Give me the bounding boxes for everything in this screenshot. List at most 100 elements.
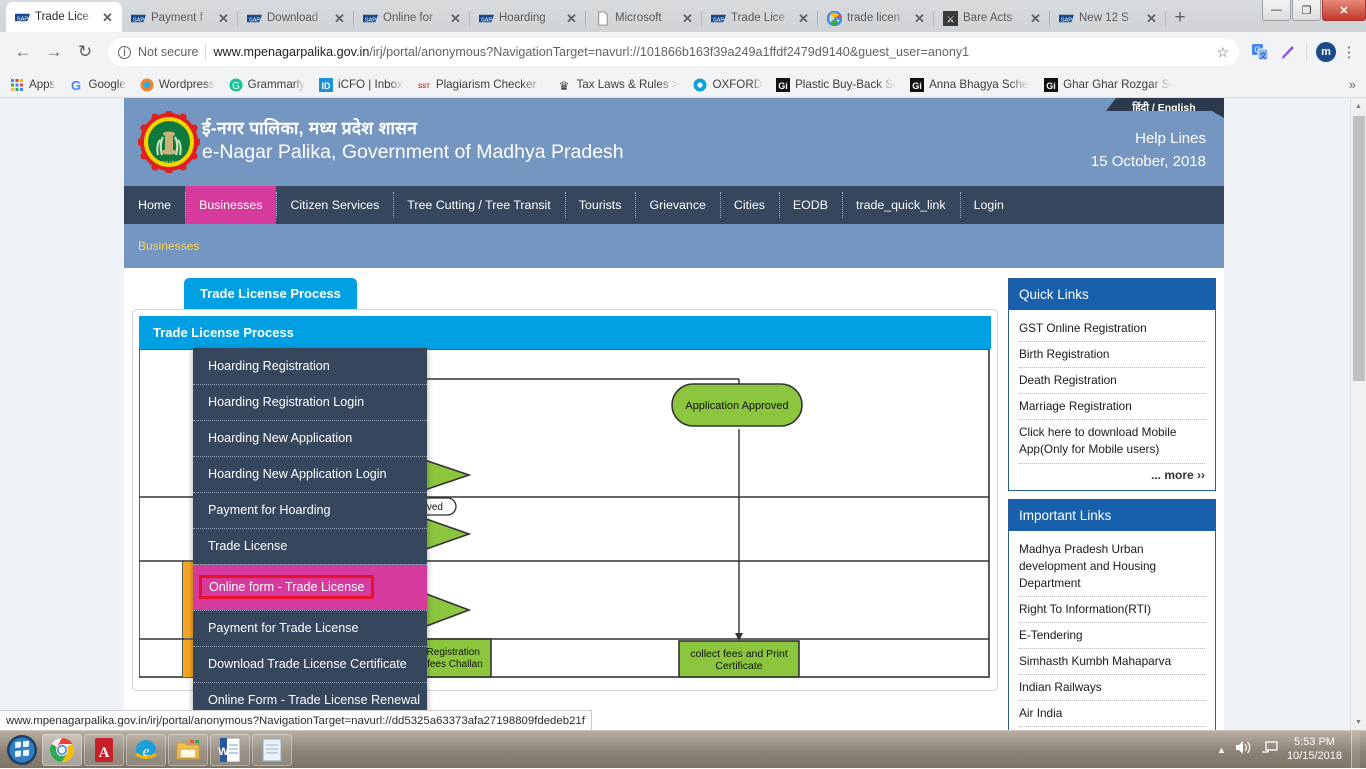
menu-item-hoarding-new-application-login[interactable]: Hoarding New Application Login <box>193 456 427 492</box>
quick-link-item[interactable]: Marriage Registration <box>1019 394 1205 420</box>
help-lines-link[interactable]: Help Lines <box>1091 128 1206 151</box>
new-tab-button[interactable]: + <box>1166 4 1194 32</box>
bookmark-label: Google <box>88 78 125 91</box>
taskbar-chrome-button[interactable] <box>42 734 82 766</box>
quick-link-item[interactable]: GST Online Registration <box>1019 316 1205 342</box>
tab-close-icon[interactable]: ✕ <box>450 12 464 25</box>
tab-close-icon[interactable]: ✕ <box>1030 12 1044 25</box>
star-icon[interactable]: ☆ <box>1216 44 1229 61</box>
show-desktop-button[interactable] <box>1351 731 1360 769</box>
nav-item-citizen-services[interactable]: Citizen Services <box>276 186 393 224</box>
scroll-down-arrow[interactable]: ▼ <box>1351 714 1366 730</box>
show-hidden-icons-button[interactable]: ▲ <box>1217 745 1226 755</box>
back-button[interactable]: ← <box>9 38 37 66</box>
volume-icon[interactable] <box>1235 740 1252 760</box>
close-window-button[interactable]: ✕ <box>1322 0 1366 21</box>
network-icon[interactable] <box>1261 740 1278 760</box>
bookmark-plastic-buyback[interactable]: Gi Plastic Buy-Back Sche <box>776 78 896 92</box>
nav-item-grievance[interactable]: Grievance <box>635 186 719 224</box>
nav-item-tree-cutting[interactable]: Tree Cutting / Tree Transit <box>393 186 564 224</box>
maximize-button[interactable]: ❐ <box>1292 0 1321 21</box>
bookmark-plagiarism-checker[interactable]: SST Plagiarism Checker - <box>417 78 544 92</box>
browser-tab[interactable]: SAP Payment f ✕ <box>122 4 238 32</box>
browser-tab[interactable]: Microsoft ✕ <box>586 4 702 32</box>
nav-item-home[interactable]: Home <box>124 186 185 224</box>
menu-item-payment-for-hoarding[interactable]: Payment for Hoarding <box>193 492 427 528</box>
browser-tab[interactable]: ⚔ Bare Acts ✕ <box>934 4 1050 32</box>
language-toggle[interactable]: हिंदी / English <box>1106 98 1224 118</box>
tab-close-icon[interactable]: ✕ <box>218 12 232 25</box>
bookmark-grammarly[interactable]: G Grammarly <box>229 78 305 92</box>
browser-tab[interactable]: trade licen ✕ <box>818 4 934 32</box>
reload-button[interactable]: ↻ <box>71 38 99 66</box>
scroll-up-arrow[interactable]: ▲ <box>1351 98 1366 114</box>
nav-item-trade-quick-link[interactable]: trade_quick_link <box>842 186 960 224</box>
menu-item-trade-license[interactable]: Trade License <box>193 528 427 564</box>
taskbar-word-button[interactable]: W <box>210 734 250 766</box>
tab-close-icon[interactable]: ✕ <box>798 12 812 25</box>
bookmarks-overflow-button[interactable]: » <box>1349 77 1356 92</box>
important-link-item[interactable]: E-Tendering <box>1019 623 1205 649</box>
taskbar-file-explorer-button[interactable] <box>168 734 208 766</box>
scrollbar-thumb[interactable] <box>1353 116 1365 381</box>
menu-item-hoarding-new-application[interactable]: Hoarding New Application <box>193 420 427 456</box>
important-link-item[interactable]: Indian Railways <box>1019 675 1205 701</box>
forward-button[interactable]: → <box>40 38 68 66</box>
taskbar-adobe-reader-button[interactable]: A <box>84 734 124 766</box>
nav-item-businesses[interactable]: Businesses <box>185 186 276 224</box>
bookmark-anna-bhagya[interactable]: Gi Anna Bhagya Scheme <box>910 78 1030 92</box>
profile-avatar[interactable]: m <box>1314 40 1338 64</box>
tab-close-icon[interactable]: ✕ <box>334 12 348 25</box>
nav-item-eodb[interactable]: EODB <box>779 186 842 224</box>
page-scrollbar[interactable]: ▲ ▼ <box>1350 98 1366 730</box>
bookmark-ghar-ghar-rozgar[interactable]: Gi Ghar Ghar Rozgar Sch <box>1044 78 1172 92</box>
menu-item-online-form-trade-license[interactable]: Online form - Trade License <box>193 564 427 610</box>
taskbar-internet-explorer-button[interactable]: e <box>126 734 166 766</box>
minimize-button[interactable]: — <box>1262 0 1291 21</box>
translate-icon[interactable]: G文 <box>1248 40 1272 64</box>
bookmark-tax-laws[interactable]: ♛ Tax Laws & Rules > A <box>557 78 679 92</box>
google-icon <box>827 11 842 26</box>
browser-tab[interactable]: SAP Hoarding ✕ <box>470 4 586 32</box>
important-link-item[interactable]: Simhasth Kumbh Mahaparva <box>1019 649 1205 675</box>
tab-close-icon[interactable]: ✕ <box>102 11 116 24</box>
breadcrumb-item[interactable]: Businesses <box>138 239 199 253</box>
clock[interactable]: 5:53 PM 10/15/2018 <box>1287 736 1342 764</box>
tab-close-icon[interactable]: ✕ <box>682 12 696 25</box>
browser-tab[interactable]: SAP New 12 S ✕ <box>1050 4 1166 32</box>
bookmark-icfo-inbox[interactable]: ID iCFO | Inbox <box>319 78 403 92</box>
browser-tab[interactable]: SAP Download ✕ <box>238 4 354 32</box>
menu-kebab-icon[interactable]: ⋮ <box>1341 43 1357 61</box>
important-link-item[interactable]: Air India <box>1019 701 1205 727</box>
menu-item-payment-for-trade-license[interactable]: Payment for Trade License <box>193 610 427 646</box>
bookmark-oxford[interactable]: OXFORD <box>693 78 762 92</box>
menu-item-download-trade-license-certificate[interactable]: Download Trade License Certificate <box>193 646 427 682</box>
info-icon[interactable]: i <box>118 46 131 59</box>
pen-extension-icon[interactable] <box>1275 40 1299 64</box>
panel-title: Trade License Process <box>139 316 991 349</box>
tab-trade-license-process[interactable]: Trade License Process <box>184 278 357 309</box>
browser-tab[interactable]: SAP Trade Lice ✕ <box>6 2 122 32</box>
taskbar-notepad-button[interactable] <box>252 734 292 766</box>
important-link-item[interactable]: Madhya Pradesh Urban development and Hou… <box>1019 537 1205 597</box>
quick-links-more-link[interactable]: ... more ›› <box>1019 464 1205 482</box>
tab-close-icon[interactable]: ✕ <box>1146 12 1160 25</box>
bookmark-apps[interactable]: Apps <box>10 78 55 92</box>
start-button[interactable] <box>4 733 40 767</box>
nav-item-login[interactable]: Login <box>960 186 1018 224</box>
quick-link-item[interactable]: Death Registration <box>1019 368 1205 394</box>
important-link-item[interactable]: Right To Information(RTI) <box>1019 597 1205 623</box>
menu-item-hoarding-registration-login[interactable]: Hoarding Registration Login <box>193 384 427 420</box>
browser-tab[interactable]: SAP Online for ✕ <box>354 4 470 32</box>
quick-link-item[interactable]: Birth Registration <box>1019 342 1205 368</box>
bookmark-google[interactable]: G Google <box>69 78 125 92</box>
address-bar[interactable]: i Not secure www.mpenagarpalika.gov.in/i… <box>108 38 1239 66</box>
bookmark-wordpress[interactable]: Wordpress <box>140 78 215 92</box>
quick-link-item[interactable]: Click here to download Mobile App(Only f… <box>1019 420 1205 463</box>
tab-close-icon[interactable]: ✕ <box>566 12 580 25</box>
browser-tab[interactable]: SAP Trade Lice ✕ <box>702 4 818 32</box>
nav-item-cities[interactable]: Cities <box>720 186 779 224</box>
menu-item-hoarding-registration[interactable]: Hoarding Registration <box>193 348 427 384</box>
nav-item-tourists[interactable]: Tourists <box>565 186 636 224</box>
tab-close-icon[interactable]: ✕ <box>914 12 928 25</box>
